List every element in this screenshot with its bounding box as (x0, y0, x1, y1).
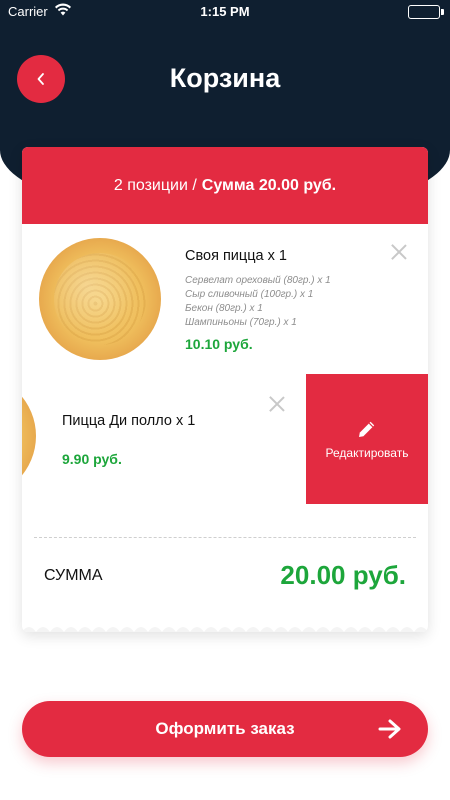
edit-item-button[interactable]: Редактировать (306, 374, 428, 504)
checkout-label: Оформить заказ (155, 719, 295, 738)
item-name: Своя пицца x 1 (185, 248, 287, 264)
cart-summary-total: Сумма 20.00 руб. (201, 176, 337, 194)
battery-icon (408, 5, 444, 19)
total-label: СУММА (44, 567, 103, 584)
pizza-image (39, 238, 161, 360)
total-value: 20.00 руб. (280, 560, 406, 590)
item-name: Пицца Ди полло x 1 (62, 413, 196, 429)
pencil-icon (359, 421, 375, 437)
item-ingredients: Сервелат ореховый (80гр.) x 1 Сыр сливоч… (185, 274, 331, 330)
page-title: Корзина (169, 63, 281, 93)
item-price: 10.10 руб. (185, 336, 253, 352)
ingredient: Сыр сливочный (100гр.) x 1 (185, 289, 314, 300)
pizza-image (22, 374, 36, 498)
ingredient: Шампиньоны (70гр.) x 1 (185, 317, 297, 328)
receipt-edge (22, 627, 428, 632)
remove-item-icon[interactable] (269, 396, 285, 412)
dashed-divider (34, 537, 416, 538)
clock: 1:15 PM (200, 4, 250, 19)
checkout-button[interactable]: Оформить заказ (22, 701, 428, 757)
arrow-right-icon (378, 719, 401, 739)
status-bar: Carrier 1:15 PM (0, 0, 450, 22)
remove-item-icon[interactable] (391, 244, 407, 260)
ingredient: Сервелат ореховый (80гр.) x 1 (185, 275, 331, 286)
ingredient: Бекон (80гр.) x 1 (185, 303, 263, 314)
cart-item-count: 2 позиции / (113, 176, 197, 194)
item-price: 9.90 руб. (62, 451, 122, 467)
cart-item[interactable]: Пицца Ди полло x 1 9.90 руб. Редактирова… (22, 374, 428, 504)
cart-item[interactable]: Своя пицца x 1 Сервелат ореховый (80гр.)… (22, 224, 428, 374)
edit-label: Редактировать (325, 445, 409, 460)
cart-card: 2 позиции / Сумма 20.00 руб. Своя пицца … (22, 147, 428, 632)
cart-summary: 2 позиции / Сумма 20.00 руб. (22, 147, 428, 224)
